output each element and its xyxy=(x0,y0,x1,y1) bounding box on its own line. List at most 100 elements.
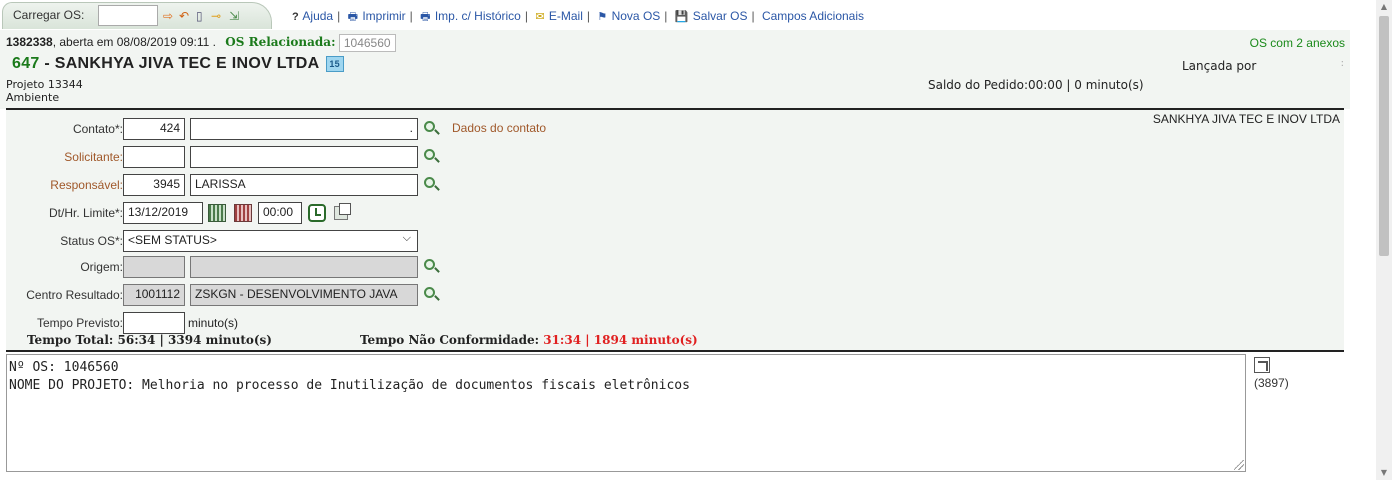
launched-by: Lançada por xyxy=(1182,59,1257,73)
calendar-icon[interactable]: 15 xyxy=(325,55,344,72)
deadline-row: Dt/Hr. Limite*: 13/12/2019 00:00 xyxy=(6,202,606,224)
related-os-field[interactable]: 1046560 xyxy=(338,34,396,52)
additional-fields-link[interactable]: Campos Adicionais xyxy=(762,9,864,23)
responsible-code-input[interactable]: 3945 xyxy=(123,174,185,196)
status-row: Status OS*: <SEM STATUS> ⌵ xyxy=(6,230,606,252)
action-menu: ? Ajuda | 🖶 Imprimir | 🖶 Imp. c/ Histórico… xyxy=(292,8,864,27)
planned-time-label: Tempo Previsto: xyxy=(36,316,123,330)
requester-code-input[interactable] xyxy=(123,146,185,168)
chevron-down-icon: ⌵ xyxy=(402,232,411,244)
new-os-link[interactable]: Nova OS xyxy=(612,9,661,23)
responsible-search-icon[interactable] xyxy=(422,176,440,194)
resize-grip-icon[interactable] xyxy=(1234,460,1244,470)
expand-icon[interactable] xyxy=(1254,357,1270,373)
origin-search-icon[interactable] xyxy=(422,258,440,276)
responsible-row: Responsável: 3945 LARISSA xyxy=(6,174,606,196)
character-count: (3897) xyxy=(1254,376,1289,390)
deadline-label: Dt/Hr. Limite*: xyxy=(48,206,123,220)
status-label: Status OS*: xyxy=(60,234,123,248)
help-icon: ? xyxy=(292,11,299,23)
contact-name-input[interactable]: . xyxy=(190,118,418,140)
print-history-link[interactable]: Imp. c/ Histórico xyxy=(435,9,521,23)
calendar-clear-icon[interactable] xyxy=(234,204,252,222)
origin-row: Origem: xyxy=(6,256,606,278)
form-divider xyxy=(6,350,1344,352)
contact-search-icon[interactable] xyxy=(422,120,440,138)
deadline-time-input[interactable]: 00:00 xyxy=(258,202,302,224)
save-icon: 💾 xyxy=(674,11,689,23)
reload-icon[interactable]: ↶ xyxy=(179,9,189,23)
description-textarea[interactable]: Nº OS: 1046560 NOME DO PROJETO: Melhoria… xyxy=(6,354,1246,472)
help-link[interactable]: Ajuda xyxy=(302,9,333,23)
email-link[interactable]: E-Mail xyxy=(549,9,583,23)
total-time-label: Tempo Total: xyxy=(27,333,118,347)
total-time-value: 56:34 | 3394 minuto(s) xyxy=(117,333,273,347)
scrollbar-thumb[interactable] xyxy=(1379,16,1389,256)
window-icon[interactable]: ⇲ xyxy=(229,9,239,23)
requester-search-icon[interactable] xyxy=(422,148,440,166)
client-name: SANKHYA JIVA TEC E INOV LTDA xyxy=(1152,112,1340,126)
environment-label: Ambiente xyxy=(6,91,60,104)
company-name: SANKHYA JIVA TEC E INOV LTDA xyxy=(54,55,319,72)
origin-label: Origem: xyxy=(80,260,123,274)
load-os-input[interactable] xyxy=(98,5,158,26)
save-os-link[interactable]: Salvar OS xyxy=(693,9,748,23)
scroll-up-icon[interactable]: ▲ xyxy=(1376,0,1392,14)
cost-center-code-input: 1001112 xyxy=(123,284,185,306)
clock-icon[interactable] xyxy=(308,204,326,222)
cost-center-search-icon[interactable] xyxy=(422,286,440,304)
nonconformity-time-value: 31:34 | 1894 minuto(s) xyxy=(543,333,698,347)
cost-center-label: Centro Resultado: xyxy=(26,288,123,302)
print-link[interactable]: Imprimir xyxy=(362,9,405,23)
origin-code-input xyxy=(123,256,185,278)
contact-details-link[interactable]: Dados do contato xyxy=(452,121,546,135)
toolbar: Carregar OS: ⇨ ↶ ▯ ⊸ ⇲ ? Ajuda | 🖶 Imprim… xyxy=(0,0,1376,30)
os-form: SANKHYA JIVA TEC E INOV LTDA Contato*: 4… xyxy=(6,110,1344,350)
load-arrow-icon[interactable]: ⇨ xyxy=(163,9,173,23)
email-icon: ✉ xyxy=(535,11,545,23)
responsible-label[interactable]: Responsável: xyxy=(50,178,123,192)
attachments-link[interactable]: OS com 2 anexos xyxy=(1250,36,1345,50)
cost-center-name-input: ZSKGN - DESENVOLVIMENTO JAVA xyxy=(190,284,418,306)
nonconformity-time-label: Tempo Não Conformidade: xyxy=(360,333,544,347)
scroll-down-icon[interactable]: ▼ xyxy=(1376,466,1392,480)
vertical-scrollbar[interactable]: ▲ ▼ xyxy=(1376,0,1392,480)
os-summary-line: 1382338, aberta em 08/08/2019 09:11 . OS… xyxy=(6,34,396,52)
printer-icon: 🖶 xyxy=(347,11,358,23)
requester-label[interactable]: Solicitante: xyxy=(64,150,123,164)
load-os-tab: Carregar OS: ⇨ ↶ ▯ ⊸ ⇲ xyxy=(2,2,272,29)
status-select[interactable]: <SEM STATUS> ⌵ xyxy=(123,230,418,252)
os-header: 1382338, aberta em 08/08/2019 09:11 . OS… xyxy=(0,30,1350,109)
requester-row: Solicitante: xyxy=(6,146,606,168)
deadline-date-input[interactable]: 13/12/2019 xyxy=(123,202,203,224)
company-separator: - xyxy=(39,55,55,72)
new-os-icon: ⚑ xyxy=(597,11,608,23)
calendar-picker-icon[interactable] xyxy=(208,204,226,222)
status-select-value: <SEM STATUS> xyxy=(128,233,217,247)
nonconformity-time: Tempo Não Conformidade: 31:34 | 1894 min… xyxy=(360,333,698,347)
contact-label: Contato*: xyxy=(72,122,123,136)
project-info: Projeto 13344 Ambiente xyxy=(6,78,83,104)
planned-time-unit: minuto(s) xyxy=(188,316,239,330)
company-code: 647 xyxy=(12,55,40,72)
total-time: Tempo Total: 56:34 | 3394 minuto(s) xyxy=(27,333,272,347)
planned-time-input[interactable] xyxy=(123,312,185,334)
cost-center-row: Centro Resultado: 1001112 ZSKGN - DESENV… xyxy=(6,284,606,306)
contact-code-input[interactable]: 424 xyxy=(123,118,185,140)
os-opened-text: , aberta em 08/08/2019 09:11 . xyxy=(52,35,216,50)
order-balance: Saldo do Pedido:00:00 | 0 minuto(s) xyxy=(928,78,1144,92)
copy-icon[interactable]: ▯ xyxy=(196,9,203,23)
time-totals: Tempo Total: 56:34 | 3394 minuto(s) Temp… xyxy=(6,332,1344,350)
project-number: Projeto 13344 xyxy=(6,78,83,91)
print-history-icon: 🖶 xyxy=(420,11,431,23)
company-title: 647 - SANKHYA JIVA TEC E INOV LTDA 15 xyxy=(12,55,344,73)
duplicate-icon[interactable] xyxy=(334,203,351,220)
responsible-name-input[interactable]: LARISSA xyxy=(190,174,418,196)
os-number: 1382338 xyxy=(6,35,53,50)
load-os-label: Carregar OS: xyxy=(13,8,85,22)
requester-name-input[interactable] xyxy=(190,146,418,168)
planned-time-row: Tempo Previsto: minuto(s) xyxy=(6,312,606,334)
related-os-label: OS Relacionada: xyxy=(225,35,336,50)
key-icon[interactable]: ⊸ xyxy=(211,9,221,23)
os-page: Carregar OS: ⇨ ↶ ▯ ⊸ ⇲ ? Ajuda | 🖶 Imprim… xyxy=(0,0,1376,480)
